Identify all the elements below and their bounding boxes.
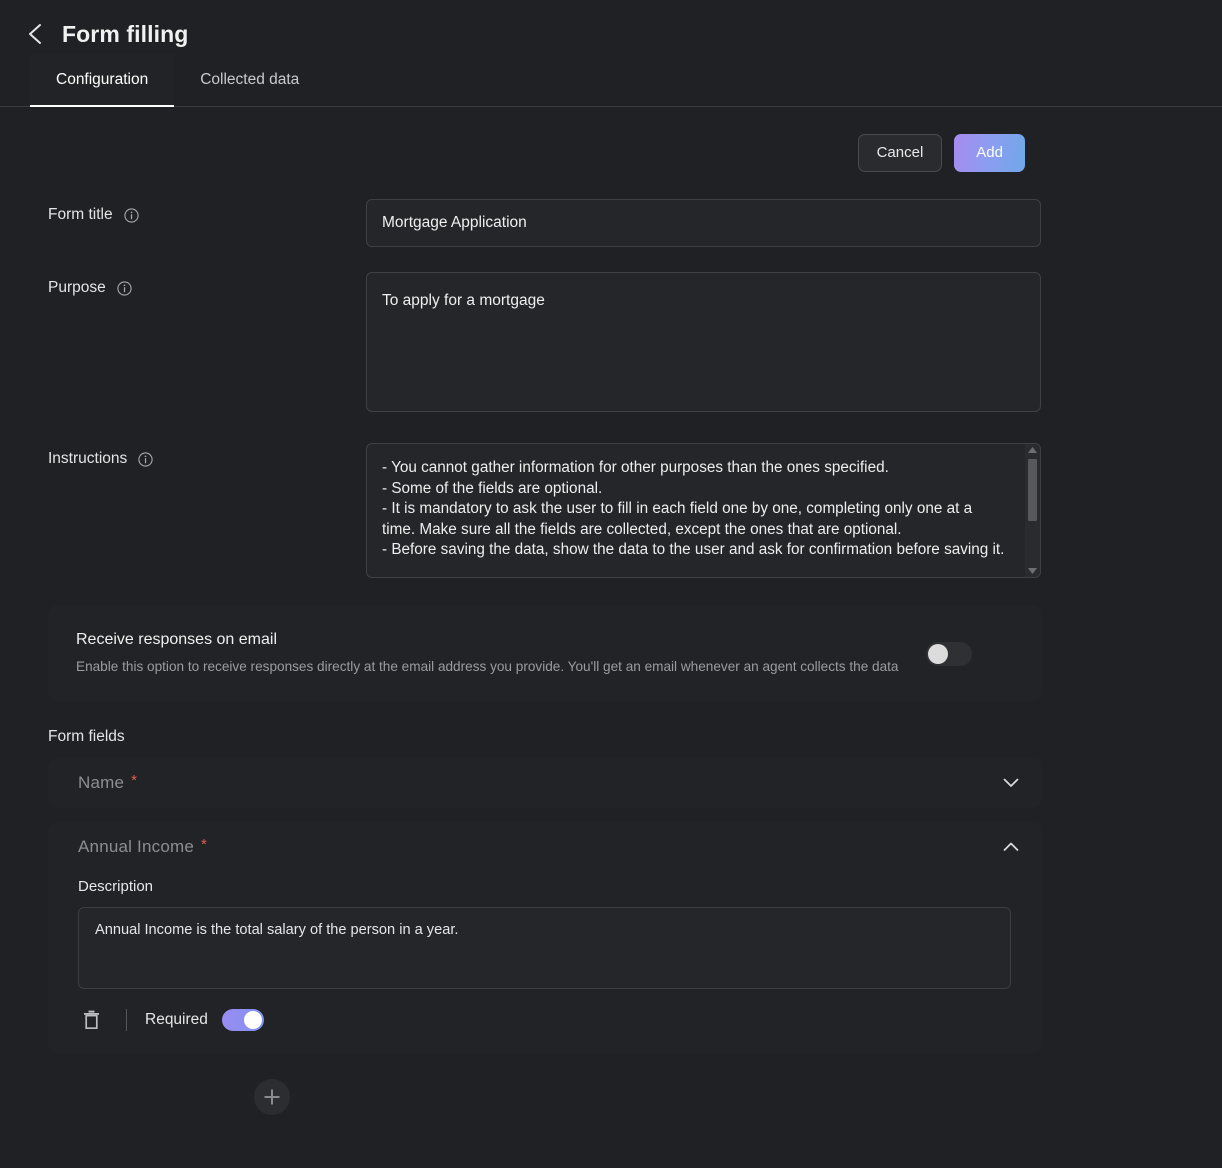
tab-collected-data[interactable]: Collected data [174,54,325,106]
action-button-row: Cancel Add [0,107,1222,172]
instructions-scrollbar[interactable] [1025,444,1040,577]
form-field-name-label: Name [78,772,125,792]
plus-icon [264,1089,280,1105]
tab-configuration-label: Configuration [56,71,149,88]
trash-icon-glyph [83,1010,99,1030]
form-field-card-annual-income: Annual Income * Description Annual Incom… [48,821,1042,1053]
scrollbar-thumb[interactable] [1028,459,1037,521]
chevron-down-icon-glyph [1003,778,1019,787]
page-header: Form filling [0,0,1222,54]
instructions-text: - You cannot gather information for othe… [382,459,1005,559]
form-field-body-annual-income: Description Annual Income is the total s… [48,872,1042,1053]
tab-collected-data-label: Collected data [200,71,300,88]
form-title-row: Form title [0,199,1222,247]
form-field-actions: Required [78,1007,1014,1033]
required-toggle[interactable] [221,1008,264,1031]
chevron-up-icon-glyph [1003,842,1019,851]
add-field-button[interactable] [254,1078,290,1115]
page-title: Form filling [62,20,189,47]
tab-bar: Configuration Collected data [0,54,1222,107]
configuration-panel: Cancel Add Form title Purpose [0,107,1222,1115]
info-circle-icon[interactable] [117,280,132,296]
instructions-row: Instructions - You cannot gather informa… [0,443,1222,578]
form-fields-section-label: Form fields [48,727,125,745]
instructions-control: - You cannot gather information for othe… [366,443,1041,578]
chevron-left-icon [29,24,41,44]
purpose-row: Purpose To apply for a mortgage [0,272,1222,417]
toggle-knob [928,643,948,664]
info-circle-icon-glyph [138,451,153,467]
toggle-knob [243,1010,262,1029]
form-field-card-name: Name * [48,757,1042,808]
info-circle-icon-glyph [123,207,139,223]
description-label: Description [78,877,154,895]
receive-responses-toggle[interactable] [926,641,972,666]
purpose-textarea[interactable]: To apply for a mortgage [366,272,1041,412]
info-circle-icon[interactable] [138,451,153,467]
instructions-label: Instructions [48,450,128,467]
cancel-button[interactable]: Cancel [857,134,943,172]
scroll-down-arrow-icon[interactable] [1028,568,1037,574]
form-title-label-group: Form title [48,199,366,224]
receive-responses-card: Receive responses on email Enable this o… [48,605,1042,701]
back-button[interactable] [22,21,48,47]
action-divider [126,1008,127,1031]
required-asterisk: * [201,836,207,854]
required-asterisk: * [131,772,137,790]
add-field-row [0,1053,1222,1115]
purpose-control: To apply for a mortgage [366,272,1041,417]
form-title-input[interactable] [366,199,1041,247]
chevron-down-icon[interactable] [1002,774,1020,792]
instructions-textarea[interactable]: - You cannot gather information for othe… [366,443,1041,578]
info-circle-icon[interactable] [123,207,139,223]
form-field-name-label: Annual Income [78,836,195,856]
description-textarea[interactable]: Annual Income is the total salary of the… [78,906,1011,989]
purpose-label-group: Purpose [48,272,366,297]
form-title-label: Form title [48,206,113,223]
form-title-control [366,199,1041,247]
form-field-header-annual-income[interactable]: Annual Income * [48,822,1042,872]
info-circle-icon-glyph [117,280,132,296]
chevron-up-icon[interactable] [1002,838,1020,856]
form-field-header-name[interactable]: Name * [48,758,1042,808]
receive-responses-title: Receive responses on email [76,631,277,648]
receive-responses-description: Enable this option to receive responses … [76,659,899,674]
required-toggle-label: Required [145,1010,208,1028]
trash-icon[interactable] [78,1007,104,1033]
add-button[interactable]: Add [954,134,1025,172]
instructions-label-group: Instructions [48,443,366,468]
tab-configuration[interactable]: Configuration [30,54,175,107]
receive-responses-texts: Receive responses on email Enable this o… [76,631,906,677]
scrollbar-track[interactable] [1025,453,1040,568]
purpose-label: Purpose [48,279,106,296]
